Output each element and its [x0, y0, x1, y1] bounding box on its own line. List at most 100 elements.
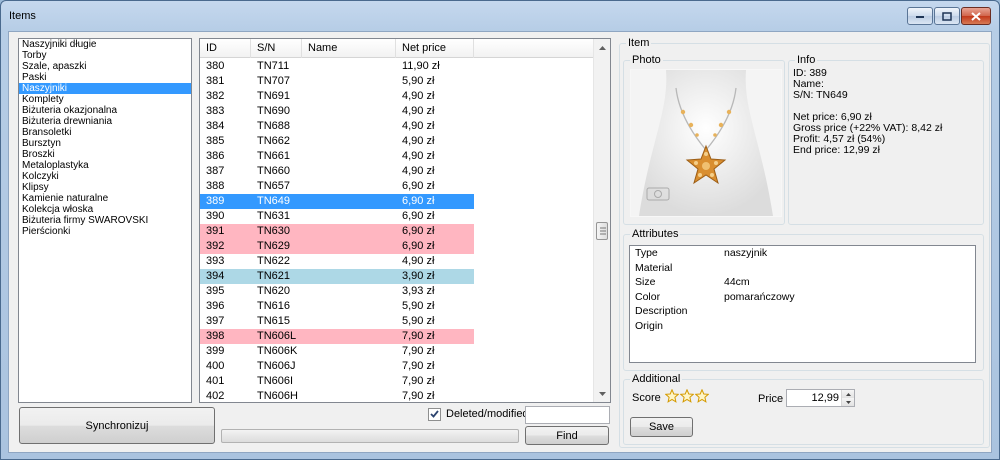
table-row[interactable]: 381 TN707 5,90 zł [200, 74, 594, 89]
category-item[interactable]: Klipsy [19, 182, 191, 193]
minimize-button[interactable] [907, 7, 933, 25]
save-button[interactable]: Save [630, 417, 693, 437]
category-item[interactable]: Metaloplastyka [19, 160, 191, 171]
attribute-row[interactable]: Type naszyjnik [630, 246, 975, 261]
attribute-value: 44cm [724, 276, 750, 288]
maximize-button[interactable] [934, 7, 960, 25]
attributes-list[interactable]: Type naszyjnik Material Size 44cm Color pomara… [629, 245, 976, 363]
info-group: Info ID: 389 Name: S/N: TN649 Net price:… [788, 54, 984, 225]
table-row[interactable]: 385 TN662 4,90 zł [200, 134, 594, 149]
table-row[interactable]: 388 TN657 6,90 zł [200, 179, 594, 194]
table-cell-price: 5,90 zł [402, 75, 435, 87]
deleted-modified-checkbox[interactable] [428, 407, 441, 421]
column-header-net-price[interactable]: Net price [396, 39, 474, 58]
table-cell-id: 391 [200, 224, 251, 239]
price-decrement-button[interactable] [842, 398, 854, 406]
table-row[interactable]: 397 TN615 5,90 zł [200, 314, 594, 329]
product-photo[interactable] [630, 69, 782, 217]
scroll-down-button[interactable] [594, 385, 610, 402]
table-cell-name [302, 209, 396, 224]
category-item[interactable]: Naszyjniki długie [19, 39, 191, 50]
table-cell-name [302, 224, 396, 239]
table-cell-sn: TN688 [257, 120, 291, 132]
table-row[interactable]: 399 TN606K 7,90 zł [200, 344, 594, 359]
info-end-price: End price: 12,99 zł [793, 144, 880, 156]
attribute-row[interactable]: Description [630, 304, 975, 319]
table-cell-price: 6,90 zł [402, 210, 435, 222]
category-item[interactable]: Paski [19, 72, 191, 83]
price-increment-button[interactable] [842, 390, 854, 398]
category-item[interactable]: Kamienie naturalne [19, 193, 191, 204]
scroll-thumb[interactable] [596, 222, 608, 240]
category-item[interactable]: Komplety [19, 94, 191, 105]
category-item[interactable]: Kolczyki [19, 171, 191, 182]
search-input[interactable] [525, 406, 610, 424]
category-item[interactable]: Bursztyn [19, 138, 191, 149]
table-cell-sn: TN691 [257, 90, 291, 102]
table-row[interactable]: 384 TN688 4,90 zł [200, 119, 594, 134]
table-row[interactable]: 401 TN606I 7,90 zł [200, 374, 594, 389]
category-item[interactable]: Torby [19, 50, 191, 61]
table-cell-price: 6,90 zł [396, 239, 474, 254]
table-row[interactable]: 400 TN606J 7,90 zł [200, 359, 594, 374]
attribute-row[interactable]: Material [630, 261, 975, 276]
close-button[interactable] [961, 7, 991, 25]
table-row[interactable]: 395 TN620 3,93 zł [200, 284, 594, 299]
attribute-key: Size [635, 276, 656, 288]
category-item[interactable]: Biżuteria okazjonalna [19, 105, 191, 116]
photo-group-label: Photo [630, 54, 663, 66]
table-cell-name [302, 179, 396, 194]
star-icon[interactable] [680, 389, 694, 403]
table-cell-sn: TN606I [257, 375, 294, 387]
table-row[interactable]: 390 TN631 6,90 zł [200, 209, 594, 224]
star-icon[interactable] [665, 389, 679, 403]
attribute-row[interactable]: Color pomarańczowy [630, 290, 975, 305]
table-row[interactable]: 402 TN606H 7,90 zł [200, 389, 594, 402]
score-rating[interactable] [665, 389, 709, 403]
table-row[interactable]: 398 TN606L 7,90 zł [200, 329, 594, 344]
column-header-filler [474, 39, 594, 58]
category-item[interactable]: Pierścionki [19, 226, 191, 237]
table-row[interactable]: 380 TN711 11,90 zł [200, 59, 594, 74]
category-item[interactable]: Broszki [19, 149, 191, 160]
table-row[interactable]: 396 TN616 5,90 zł [200, 299, 594, 314]
category-list[interactable]: Naszyjniki długie Torby Szale, apaszki Pask… [18, 38, 192, 403]
table-cell-sn: TN630 [251, 224, 302, 239]
category-item[interactable]: Naszyjniki [19, 83, 191, 94]
grid-vertical-scrollbar[interactable] [593, 39, 610, 402]
table-row[interactable]: 387 TN660 4,90 zł [200, 164, 594, 179]
table-cell-id: 383 [206, 105, 225, 117]
synchronize-button[interactable]: Synchronizuj [19, 407, 215, 444]
column-header-sn[interactable]: S/N [251, 39, 302, 58]
table-cell-name [302, 344, 396, 359]
category-item[interactable]: Szale, apaszki [19, 61, 191, 72]
find-button[interactable]: Find [525, 426, 609, 445]
table-row[interactable]: 392 TN629 6,90 zł [200, 239, 594, 254]
items-grid[interactable]: ID S/N Name Net price 380 TN711 11,90 zł 38… [199, 38, 611, 403]
table-row[interactable]: 391 TN630 6,90 zł [200, 224, 594, 239]
table-row[interactable]: 382 TN691 4,90 zł [200, 89, 594, 104]
table-row[interactable]: 383 TN690 4,90 zł [200, 104, 594, 119]
column-header-name[interactable]: Name [302, 39, 396, 58]
title-bar[interactable]: Items [1, 1, 999, 31]
table-row[interactable]: 394 TN621 3,90 zł [200, 269, 594, 284]
category-item[interactable]: Biżuteria firmy SWAROVSKI [19, 215, 191, 226]
table-cell-sn: TN616 [257, 300, 291, 312]
price-spinner[interactable]: 12,99 [786, 389, 855, 407]
table-row[interactable]: 393 TN622 4,90 zł [200, 254, 594, 269]
table-cell-id: 382 [206, 90, 225, 102]
scroll-up-button[interactable] [594, 39, 610, 56]
table-cell-name [302, 104, 396, 119]
attribute-row[interactable]: Size 44cm [630, 275, 975, 290]
category-item[interactable]: Kolekcja włoska [19, 204, 191, 215]
attribute-row[interactable]: Origin [630, 319, 975, 334]
deleted-modified-filter[interactable]: Deleted/modified [428, 407, 529, 421]
category-item[interactable]: Bransoletki [19, 127, 191, 138]
table-row[interactable]: 386 TN661 4,90 zł [200, 149, 594, 164]
column-header-id[interactable]: ID [200, 39, 251, 58]
star-icon[interactable] [695, 389, 709, 403]
table-row[interactable]: 389 TN649 6,90 zł [200, 194, 594, 209]
category-item[interactable]: Biżuteria drewniania [19, 116, 191, 127]
info-group-label: Info [795, 54, 818, 66]
table-cell-id: 394 [200, 269, 251, 284]
